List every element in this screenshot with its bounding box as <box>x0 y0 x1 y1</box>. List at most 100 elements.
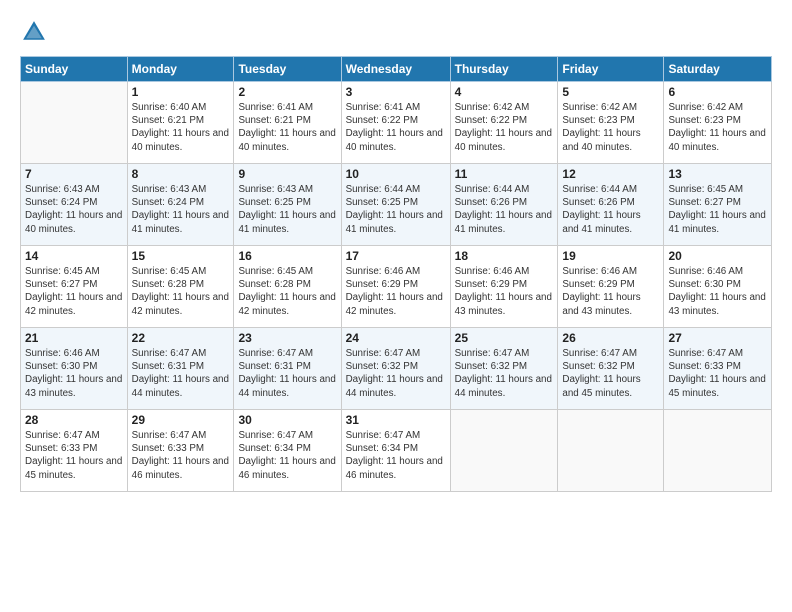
week-row-2: 7 Sunrise: 6:43 AMSunset: 6:24 PMDaylight… <box>21 164 772 246</box>
calendar-cell <box>21 82 128 164</box>
col-header-tuesday: Tuesday <box>234 57 341 82</box>
calendar-cell: 25 Sunrise: 6:47 AMSunset: 6:32 PMDayligh… <box>450 328 558 410</box>
calendar-cell: 10Sunrise: 6:44 AMSunset: 6:25 PMDayligh… <box>341 164 450 246</box>
day-number: 29 <box>132 413 230 427</box>
week-row-1: 1Sunrise: 6:40 AMSunset: 6:21 PMDaylight… <box>21 82 772 164</box>
calendar-cell: 15 Sunrise: 6:45 AMSunset: 6:28 PMDayligh… <box>127 246 234 328</box>
day-info: Sunrise: 6:45 AMSunset: 6:28 PMDaylight:… <box>238 265 336 318</box>
day-number: 23 <box>238 331 336 345</box>
day-info: Sunrise: 6:46 AMSunset: 6:30 PMDaylight:… <box>668 265 767 318</box>
day-number: 27 <box>668 331 767 345</box>
day-number: 6 <box>668 85 767 99</box>
week-row-3: 14Sunrise: 6:45 AMSunset: 6:27 PMDayligh… <box>21 246 772 328</box>
day-info: Sunrise: 6:45 AMSunset: 6:28 PMDaylight:… <box>132 265 230 318</box>
day-info: Sunrise: 6:47 AMSunset: 6:32 PMDaylight:… <box>562 347 659 400</box>
calendar-cell: 5Sunrise: 6:42 AMSunset: 6:23 PMDaylight… <box>558 82 664 164</box>
calendar-cell <box>450 410 558 492</box>
day-info: Sunrise: 6:47 AMSunset: 6:34 PMDaylight:… <box>346 429 446 482</box>
day-number: 19 <box>562 249 659 263</box>
col-header-saturday: Saturday <box>664 57 772 82</box>
calendar-cell: 3Sunrise: 6:41 AMSunset: 6:22 PMDaylight… <box>341 82 450 164</box>
day-number: 21 <box>25 331 123 345</box>
day-info: Sunrise: 6:43 AMSunset: 6:24 PMDaylight:… <box>132 183 230 236</box>
calendar-cell: 20 Sunrise: 6:46 AMSunset: 6:30 PMDayligh… <box>664 246 772 328</box>
page: SundayMondayTuesdayWednesdayThursdayFrid… <box>0 0 792 612</box>
day-number: 1 <box>132 85 230 99</box>
calendar-cell: 8 Sunrise: 6:43 AMSunset: 6:24 PMDaylight… <box>127 164 234 246</box>
day-info: Sunrise: 6:43 AMSunset: 6:24 PMDaylight:… <box>25 183 123 236</box>
calendar-cell: 17Sunrise: 6:46 AMSunset: 6:29 PMDayligh… <box>341 246 450 328</box>
day-info: Sunrise: 6:47 AMSunset: 6:33 PMDaylight:… <box>668 347 767 400</box>
day-number: 4 <box>455 85 554 99</box>
calendar-cell: 28 Sunrise: 6:47 AMSunset: 6:33 PMDayligh… <box>21 410 128 492</box>
day-info: Sunrise: 6:43 AMSunset: 6:25 PMDaylight:… <box>238 183 336 236</box>
day-info: Sunrise: 6:44 AMSunset: 6:26 PMDaylight:… <box>455 183 554 236</box>
day-info: Sunrise: 6:46 AMSunset: 6:29 PMDaylight:… <box>562 265 659 318</box>
col-header-friday: Friday <box>558 57 664 82</box>
day-info: Sunrise: 6:47 AMSunset: 6:34 PMDaylight:… <box>238 429 336 482</box>
day-number: 12 <box>562 167 659 181</box>
calendar-cell: 7 Sunrise: 6:43 AMSunset: 6:24 PMDaylight… <box>21 164 128 246</box>
day-info: Sunrise: 6:47 AMSunset: 6:33 PMDaylight:… <box>25 429 123 482</box>
calendar-cell: 12 Sunrise: 6:44 AMSunset: 6:26 PMDayligh… <box>558 164 664 246</box>
day-info: Sunrise: 6:46 AMSunset: 6:29 PMDaylight:… <box>455 265 554 318</box>
day-info: Sunrise: 6:44 AMSunset: 6:26 PMDaylight:… <box>562 183 659 236</box>
calendar-cell: 11 Sunrise: 6:44 AMSunset: 6:26 PMDayligh… <box>450 164 558 246</box>
calendar-cell: 22 Sunrise: 6:47 AMSunset: 6:31 PMDayligh… <box>127 328 234 410</box>
calendar-cell: 24 Sunrise: 6:47 AMSunset: 6:32 PMDayligh… <box>341 328 450 410</box>
day-number: 7 <box>25 167 123 181</box>
logo <box>20 18 52 46</box>
calendar-header-row: SundayMondayTuesdayWednesdayThursdayFrid… <box>21 57 772 82</box>
calendar-cell: 18Sunrise: 6:46 AMSunset: 6:29 PMDayligh… <box>450 246 558 328</box>
day-number: 11 <box>455 167 554 181</box>
day-info: Sunrise: 6:47 AMSunset: 6:33 PMDaylight:… <box>132 429 230 482</box>
calendar-cell: 31 Sunrise: 6:47 AMSunset: 6:34 PMDayligh… <box>341 410 450 492</box>
day-info: Sunrise: 6:46 AMSunset: 6:29 PMDaylight:… <box>346 265 446 318</box>
day-number: 13 <box>668 167 767 181</box>
col-header-monday: Monday <box>127 57 234 82</box>
calendar-cell: 23 Sunrise: 6:47 AMSunset: 6:31 PMDayligh… <box>234 328 341 410</box>
day-number: 5 <box>562 85 659 99</box>
day-number: 9 <box>238 167 336 181</box>
day-number: 3 <box>346 85 446 99</box>
calendar-cell: 13 Sunrise: 6:45 AMSunset: 6:27 PMDayligh… <box>664 164 772 246</box>
header <box>20 18 772 46</box>
col-header-thursday: Thursday <box>450 57 558 82</box>
day-number: 16 <box>238 249 336 263</box>
calendar: SundayMondayTuesdayWednesdayThursdayFrid… <box>20 56 772 492</box>
day-info: Sunrise: 6:47 AMSunset: 6:31 PMDaylight:… <box>238 347 336 400</box>
day-number: 25 <box>455 331 554 345</box>
col-header-wednesday: Wednesday <box>341 57 450 82</box>
calendar-cell: 4Sunrise: 6:42 AMSunset: 6:22 PMDaylight… <box>450 82 558 164</box>
week-row-4: 21 Sunrise: 6:46 AMSunset: 6:30 PMDayligh… <box>21 328 772 410</box>
day-info: Sunrise: 6:42 AMSunset: 6:23 PMDaylight:… <box>668 101 767 154</box>
day-number: 28 <box>25 413 123 427</box>
day-number: 8 <box>132 167 230 181</box>
day-number: 30 <box>238 413 336 427</box>
day-number: 24 <box>346 331 446 345</box>
day-info: Sunrise: 6:45 AMSunset: 6:27 PMDaylight:… <box>668 183 767 236</box>
calendar-cell: 16 Sunrise: 6:45 AMSunset: 6:28 PMDayligh… <box>234 246 341 328</box>
col-header-sunday: Sunday <box>21 57 128 82</box>
day-number: 22 <box>132 331 230 345</box>
day-info: Sunrise: 6:47 AMSunset: 6:32 PMDaylight:… <box>455 347 554 400</box>
calendar-cell: 1Sunrise: 6:40 AMSunset: 6:21 PMDaylight… <box>127 82 234 164</box>
day-info: Sunrise: 6:47 AMSunset: 6:31 PMDaylight:… <box>132 347 230 400</box>
day-number: 31 <box>346 413 446 427</box>
day-info: Sunrise: 6:44 AMSunset: 6:25 PMDaylight:… <box>346 183 446 236</box>
day-info: Sunrise: 6:41 AMSunset: 6:21 PMDaylight:… <box>238 101 336 154</box>
day-number: 14 <box>25 249 123 263</box>
day-number: 15 <box>132 249 230 263</box>
day-info: Sunrise: 6:47 AMSunset: 6:32 PMDaylight:… <box>346 347 446 400</box>
day-number: 20 <box>668 249 767 263</box>
calendar-cell: 29 Sunrise: 6:47 AMSunset: 6:33 PMDayligh… <box>127 410 234 492</box>
day-number: 26 <box>562 331 659 345</box>
calendar-cell: 30 Sunrise: 6:47 AMSunset: 6:34 PMDayligh… <box>234 410 341 492</box>
calendar-cell: 9 Sunrise: 6:43 AMSunset: 6:25 PMDaylight… <box>234 164 341 246</box>
calendar-cell <box>664 410 772 492</box>
calendar-cell: 14Sunrise: 6:45 AMSunset: 6:27 PMDayligh… <box>21 246 128 328</box>
calendar-cell: 21 Sunrise: 6:46 AMSunset: 6:30 PMDayligh… <box>21 328 128 410</box>
calendar-cell: 6 Sunrise: 6:42 AMSunset: 6:23 PMDaylight… <box>664 82 772 164</box>
day-info: Sunrise: 6:46 AMSunset: 6:30 PMDaylight:… <box>25 347 123 400</box>
week-row-5: 28 Sunrise: 6:47 AMSunset: 6:33 PMDayligh… <box>21 410 772 492</box>
